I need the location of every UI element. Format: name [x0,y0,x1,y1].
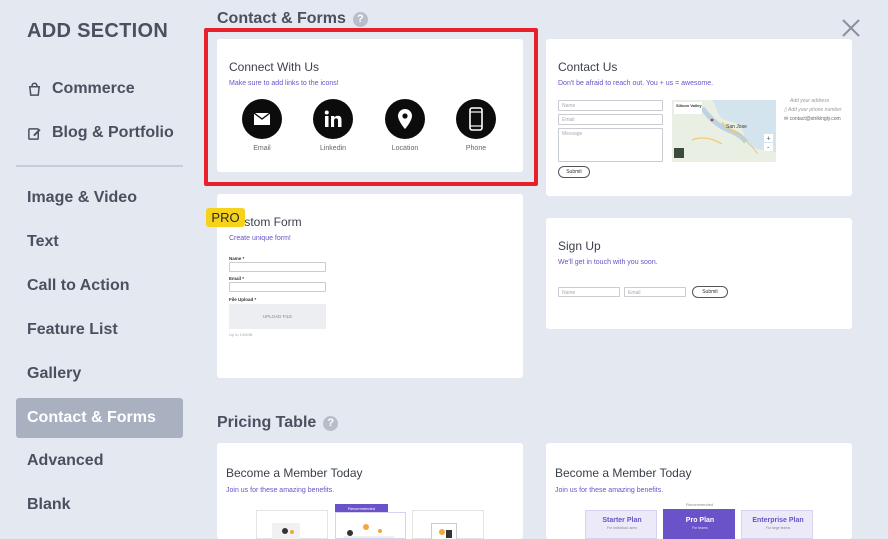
shopping-bag-icon [25,80,43,98]
map-label: Silicon Valley [676,103,702,108]
card-subtitle: We'll get in touch with you soon. [558,259,658,266]
card-title: Contact Us [558,60,618,74]
card-subtitle: Join us for these amazing benefits. [226,487,335,494]
social-phone: Phone [451,99,501,152]
card-sign-up[interactable]: Sign Up We'll get in touch with you soon… [546,218,852,329]
sidebar-item-commerce[interactable]: Commerce [16,69,183,109]
contact-submit-button[interactable]: Submit [558,166,590,178]
signup-submit-button[interactable]: Submit [692,286,728,298]
plan-illustration [431,523,457,539]
svg-text:+: + [767,136,771,143]
help-icon[interactable]: ? [352,11,368,27]
linkedin-icon [313,99,353,139]
sidebar: ADD SECTION Commerce Blog & Portfolio Im… [0,0,200,539]
form-file-label: File Upload * [229,297,257,302]
edit-icon [25,124,43,142]
form-name-input[interactable] [229,262,326,272]
plan-name: Starter Plan [602,517,642,524]
pro-badge: PRO [206,208,245,227]
close-icon[interactable] [840,17,862,39]
card-title: Sign Up [558,239,601,253]
contact-email-input[interactable]: Email [558,114,663,125]
plan-column-recommended [335,512,406,539]
social-label: Location [391,145,419,152]
sidebar-item-label: Image & Video [27,189,137,206]
sidebar-item-label: Text [27,233,59,250]
sidebar-item-label: Gallery [27,365,82,382]
sidebar-item-blank[interactable]: Blank [16,485,183,525]
signup-email-input[interactable]: Email [624,287,686,297]
plan-desc: For teams [692,526,708,530]
social-label: Phone [465,145,487,152]
plan-column [412,510,484,539]
sidebar-item-advanced[interactable]: Advanced [16,441,183,481]
contact-address-text: Add your address [790,98,830,104]
plan-enterprise: Enterprise Plan For large teams [741,510,813,539]
sidebar-item-label: Commerce [52,80,135,97]
sidebar-item-gallery[interactable]: Gallery [16,354,183,394]
plan-name: Pro Plan [685,517,715,524]
plan-desc: For large teams [765,526,791,530]
map-city: San Jose [726,124,747,130]
map-thumbnail: + - Silicon Valley San Jose [672,100,776,162]
contact-email-text: contact@strikingly.com [789,116,841,122]
card-subtitle: Make sure to add links to the icons! [229,80,339,87]
envelope-icon [242,99,282,139]
form-email-input[interactable] [229,282,326,292]
recommended-label: Recommended [686,502,714,507]
plan-pro: Pro Plan For teams [663,509,735,539]
section-heading-contact-forms: Contact & Forms ? [217,10,368,28]
card-title: Connect With Us [229,60,320,74]
recommended-badge: Recommended [335,504,388,512]
sidebar-item-text[interactable]: Text [16,222,183,262]
sidebar-item-feature-list[interactable]: Feature List [16,310,183,350]
card-title: Become a Member Today [226,466,363,480]
social-label: Email [253,145,271,152]
sidebar-item-call-to-action[interactable]: Call to Action [16,266,183,306]
card-subtitle: Create unique form! [229,235,291,242]
social-label: Linkedin [319,145,347,152]
social-location: Location [380,99,430,152]
contact-message-input[interactable]: Message [558,128,663,162]
sidebar-title: ADD SECTION [27,20,169,42]
card-title: Become a Member Today [555,466,692,480]
section-title: Pricing Table [217,414,317,431]
sidebar-item-label: Advanced [27,452,104,469]
plan-column [256,510,328,539]
envelope-icon: ✉ [784,116,789,122]
signup-name-input[interactable]: Name [558,287,620,297]
section-heading-pricing: Pricing Table ? [217,414,339,432]
form-upload-button[interactable]: UPLOAD FILE [229,304,326,329]
plan-illustration [272,523,300,539]
contact-name-input[interactable]: Name [558,100,663,111]
plan-starter: Starter Plan For individual users [585,510,657,539]
social-email: Email [237,99,287,152]
section-title: Contact & Forms [217,10,346,27]
sidebar-item-label: Contact & Forms [27,409,156,426]
sidebar-item-image-video[interactable]: Image & Video [16,178,183,218]
contact-phone-text: Add your phone number [787,107,842,113]
sidebar-item-blog-portfolio[interactable]: Blog & Portfolio [16,113,183,153]
contact-email-row: ✉ contact@strikingly.com [784,116,841,122]
form-name-label: Name * [229,256,245,261]
sidebar-item-label: Blog & Portfolio [52,124,174,141]
sidebar-divider [16,165,183,167]
card-subtitle: Don't be afraid to reach out. You + us =… [558,80,714,87]
sidebar-item-contact-forms[interactable]: Contact & Forms [16,398,183,438]
contact-phone-row: ▯ Add your phone number [784,107,842,113]
sidebar-item-label: Blank [27,496,71,513]
form-email-label: Email * [229,276,245,281]
map-pin-icon [385,99,425,139]
form-footnote: Up to 100MB [229,332,253,337]
plan-desc: For individual users [606,526,638,530]
sidebar-item-label: Feature List [27,321,118,338]
plan-illustration [344,524,394,538]
card-subtitle: Join us for these amazing benefits. [555,487,664,494]
phone-icon [456,99,496,139]
social-linkedin: Linkedin [308,99,358,152]
help-icon[interactable]: ? [323,415,339,431]
phone-icon: ▯ [784,107,787,113]
plan-name: Enterprise Plan [752,517,804,524]
sidebar-item-label: Call to Action [27,277,130,294]
